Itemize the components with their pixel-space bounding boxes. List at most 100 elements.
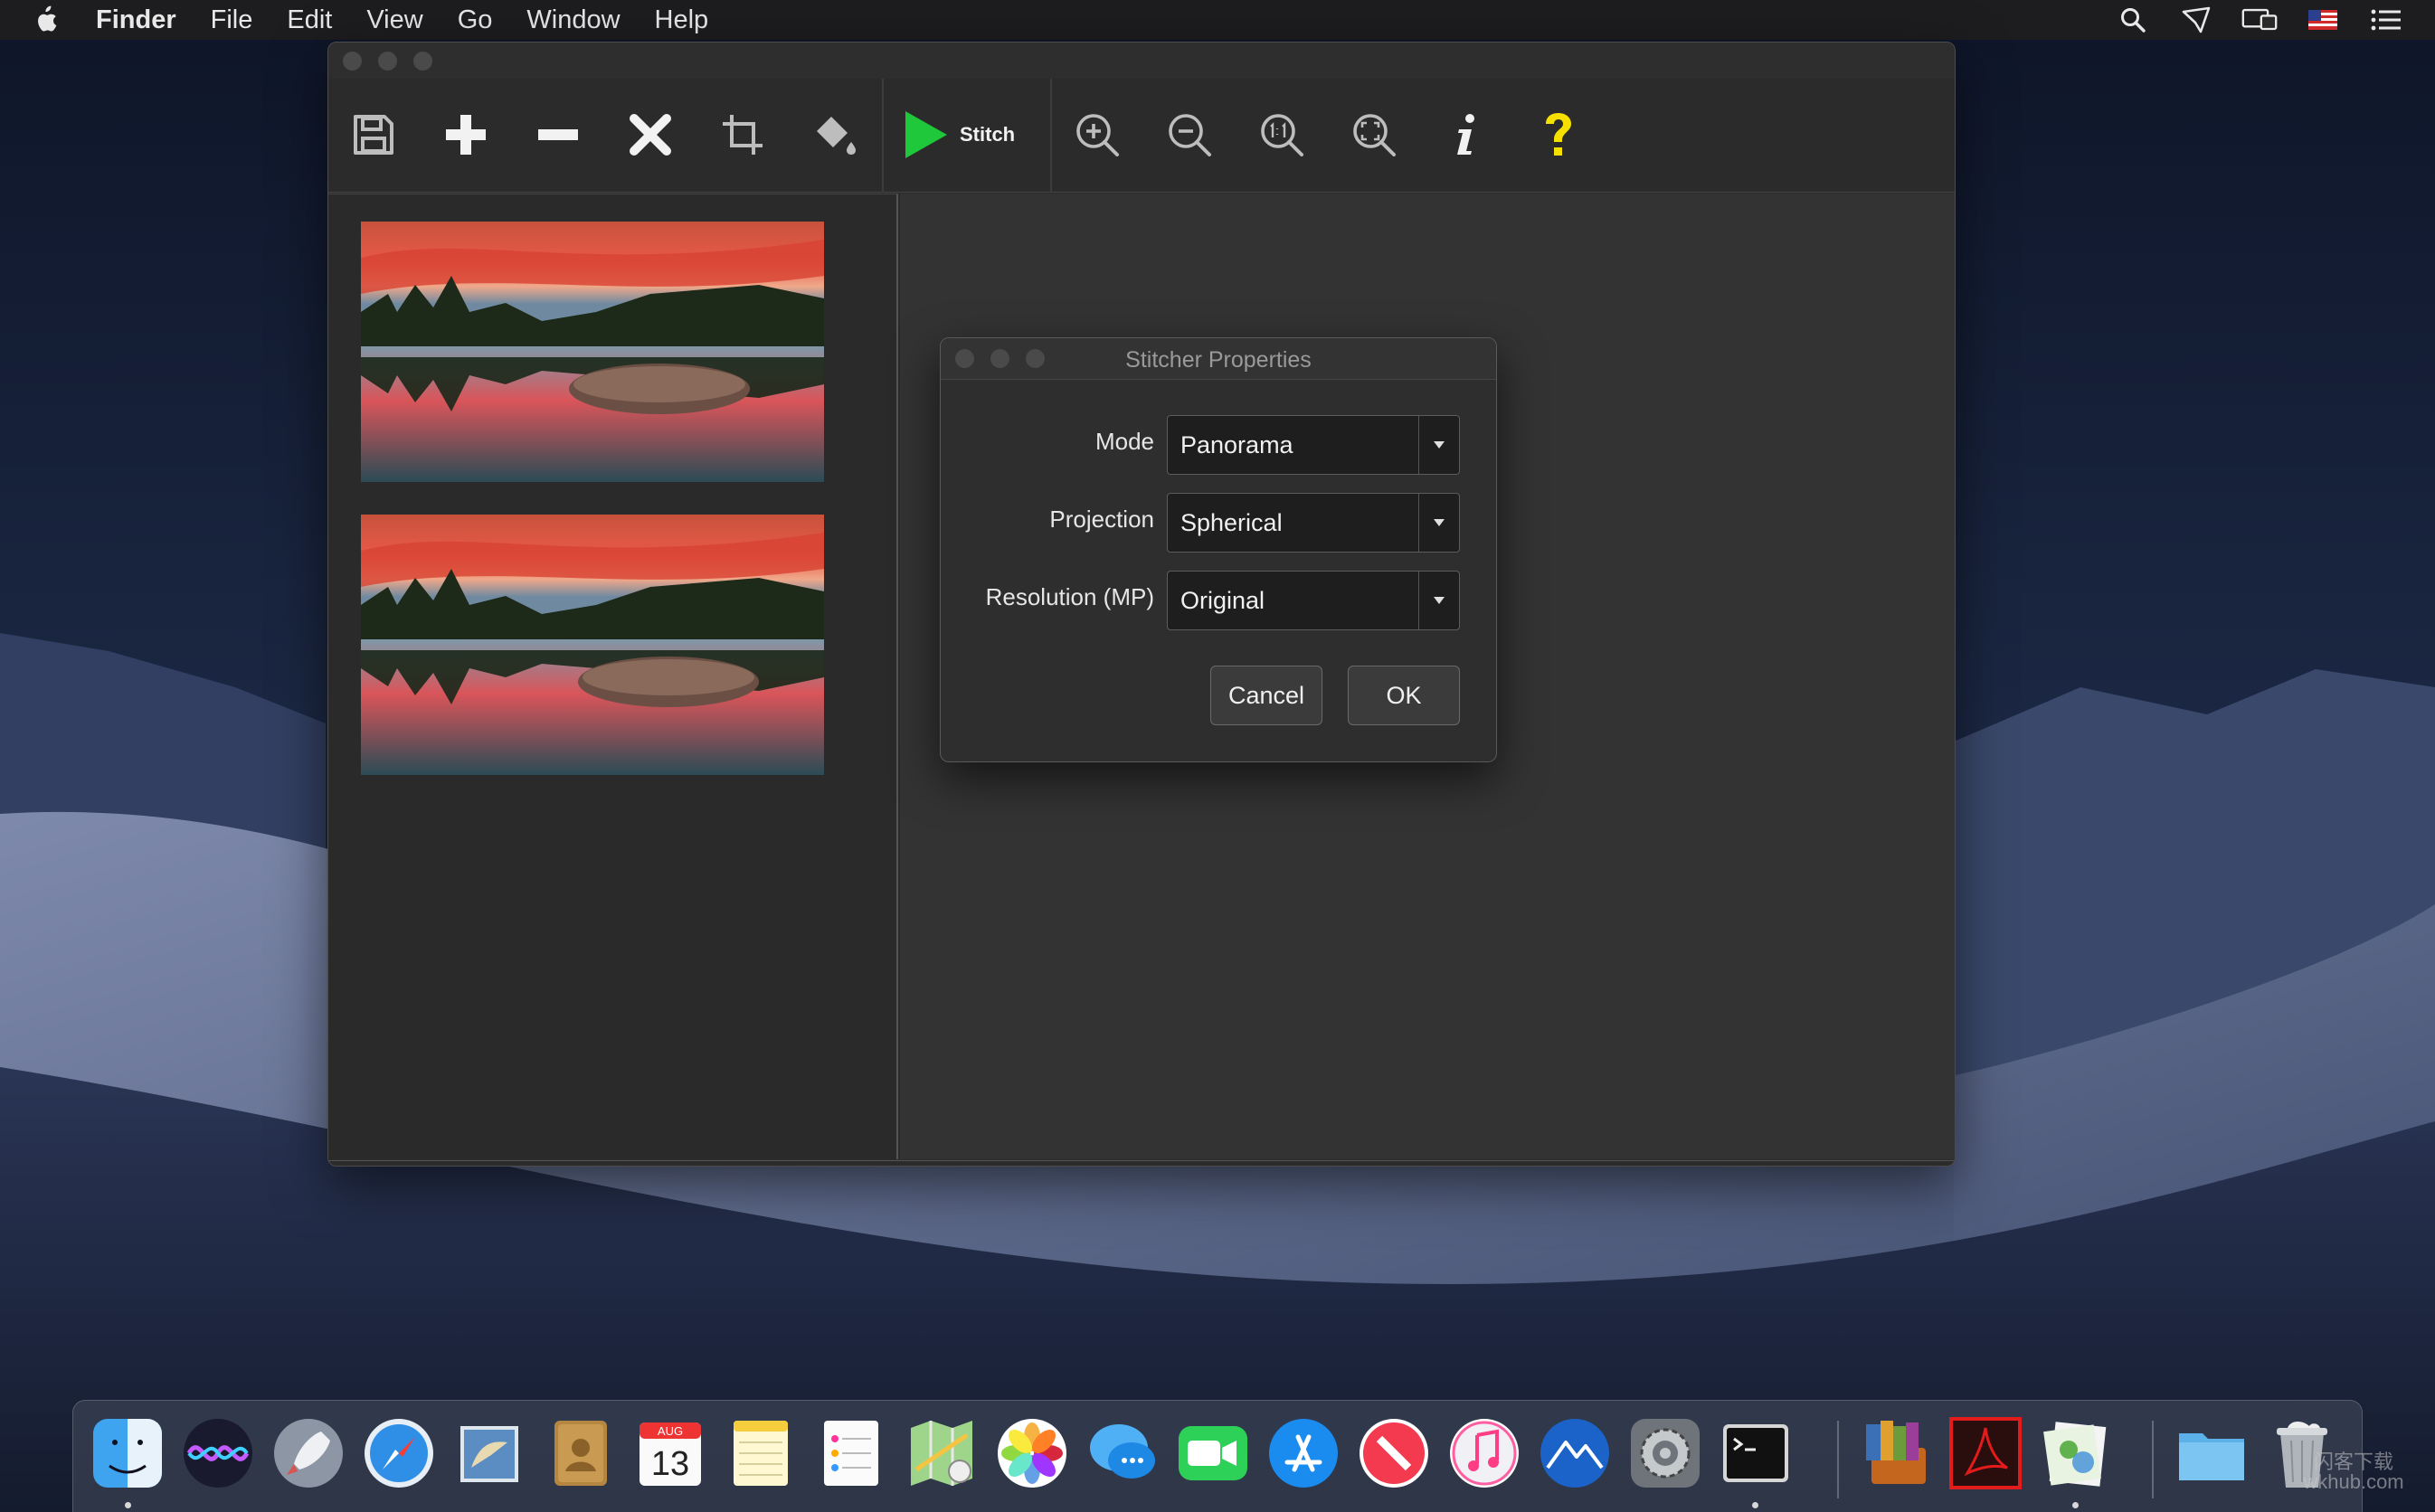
dock-photos[interactable]	[994, 1415, 1070, 1491]
info-icon	[1457, 114, 1474, 155]
dock-calendar[interactable]: AUG 13	[632, 1415, 708, 1491]
dock-finder[interactable]	[90, 1415, 166, 1491]
zoom-fit-button[interactable]	[1341, 102, 1407, 167]
menu-go[interactable]: Go	[458, 5, 493, 35]
maps-icon	[911, 1421, 972, 1486]
zoom-in-button[interactable]	[1065, 102, 1130, 167]
menu-help[interactable]: Help	[655, 5, 709, 35]
ok-button[interactable]: OK	[1348, 666, 1460, 725]
preview-icon	[2043, 1422, 2107, 1487]
save-button[interactable]	[341, 102, 406, 167]
zoom-out-icon	[1169, 114, 1211, 156]
facetime-icon	[1179, 1426, 1247, 1480]
stitch-button[interactable]: Stitch	[904, 99, 1039, 171]
info-button[interactable]	[1434, 102, 1499, 167]
resolution-value: Original	[1180, 587, 1265, 614]
dock-preview[interactable]	[2038, 1415, 2114, 1491]
menu-bar: Finder File Edit View Go Window Help	[0, 0, 2435, 40]
dock-mail[interactable]	[451, 1415, 527, 1491]
dock-safari[interactable]	[361, 1415, 437, 1491]
crop-button[interactable]	[710, 102, 775, 167]
mode-row: Mode Panorama	[941, 415, 1496, 475]
display-icon[interactable]	[2241, 6, 2278, 33]
news-icon	[1360, 1419, 1428, 1488]
calendar-day: 13	[651, 1445, 689, 1483]
dock-reminders[interactable]	[813, 1415, 889, 1491]
dock-launchpad[interactable]	[270, 1415, 346, 1491]
menu-view[interactable]: View	[366, 5, 422, 35]
dock-terminal[interactable]	[1718, 1415, 1794, 1491]
mode-label: Mode	[1094, 428, 1154, 455]
dock-downloads[interactable]	[2174, 1415, 2250, 1491]
minimize-window-button[interactable]	[378, 52, 397, 71]
list-icon[interactable]	[2368, 6, 2404, 33]
zoom-in-icon	[1076, 114, 1119, 156]
folder-icon	[2179, 1433, 2244, 1480]
zoom-window-button[interactable]	[413, 52, 432, 71]
dock-acrobat[interactable]	[1947, 1415, 2023, 1491]
dock-itunes[interactable]	[1446, 1415, 1522, 1491]
resolution-label: Resolution (MP)	[985, 583, 1154, 610]
resolution-select[interactable]: Original	[1167, 571, 1460, 630]
zoom-fit-icon	[1353, 114, 1396, 156]
image-thumbnail[interactable]	[361, 222, 824, 482]
projection-row: Projection Spherical	[941, 493, 1496, 553]
menu-app-name[interactable]: Finder	[96, 5, 176, 35]
add-image-button[interactable]	[433, 102, 498, 167]
books-icon	[1866, 1421, 1926, 1484]
dock-siri[interactable]	[180, 1415, 256, 1491]
projection-select[interactable]: Spherical	[1167, 493, 1460, 553]
menu-file[interactable]: File	[211, 5, 253, 35]
airplay-icon[interactable]	[2178, 6, 2214, 33]
chevron-down-icon	[1431, 515, 1447, 531]
dock-librarian[interactable]	[1857, 1415, 1933, 1491]
dock-system-preferences[interactable]	[1627, 1415, 1703, 1491]
dock-contacts[interactable]	[542, 1415, 618, 1491]
image-thumbnail[interactable]	[361, 515, 824, 775]
dialog-title: Stitcher Properties	[1125, 347, 1312, 373]
apple-icon[interactable]	[33, 5, 71, 34]
messages-icon	[1090, 1424, 1155, 1479]
projection-label: Projection	[1049, 506, 1154, 533]
mode-select[interactable]: Panorama	[1167, 415, 1460, 475]
us-flag-icon[interactable]	[2305, 6, 2341, 33]
help-button[interactable]	[1526, 102, 1591, 167]
dock-messages[interactable]	[1085, 1415, 1161, 1491]
toolbar: Stitch	[328, 79, 1955, 193]
add-icon	[446, 115, 486, 155]
resolution-row: Resolution (MP) Original	[941, 571, 1496, 630]
dock: AUG 13	[72, 1400, 2363, 1512]
menu-window[interactable]: Window	[526, 5, 620, 35]
compass-icon	[365, 1419, 433, 1488]
dock-news[interactable]	[1356, 1415, 1432, 1491]
rocket-icon	[274, 1419, 343, 1488]
dock-maps[interactable]	[904, 1415, 980, 1491]
cancel-button[interactable]: Cancel	[1210, 666, 1322, 725]
dock-instruments[interactable]	[1537, 1415, 1613, 1491]
remove-image-button[interactable]	[526, 102, 591, 167]
dock-facetime[interactable]	[1175, 1415, 1251, 1491]
gear-icon	[1631, 1419, 1700, 1488]
search-icon[interactable]	[2115, 6, 2151, 33]
app-store-icon	[1269, 1419, 1338, 1488]
music-icon	[1450, 1419, 1519, 1488]
chevron-down-icon	[1431, 592, 1447, 609]
fill-button[interactable]	[802, 102, 867, 167]
crop-icon	[723, 115, 763, 155]
dock-notes[interactable]	[723, 1415, 799, 1491]
acrobat-icon	[1949, 1417, 2022, 1489]
zoom-out-button[interactable]	[1157, 102, 1222, 167]
delete-all-button[interactable]	[618, 102, 683, 167]
zoom-actual-size-button[interactable]	[1249, 102, 1314, 167]
help-icon	[1546, 113, 1571, 156]
close-window-button[interactable]	[343, 52, 362, 71]
contacts-icon	[554, 1421, 607, 1486]
fill-icon	[817, 117, 856, 155]
remove-icon	[538, 129, 578, 140]
projection-value: Spherical	[1180, 509, 1283, 536]
menu-edit[interactable]: Edit	[287, 5, 332, 35]
dialog-titlebar: Stitcher Properties	[941, 338, 1496, 380]
dock-app-store[interactable]	[1265, 1415, 1341, 1491]
image-list-panel	[328, 194, 898, 1159]
notes-icon	[734, 1421, 788, 1486]
